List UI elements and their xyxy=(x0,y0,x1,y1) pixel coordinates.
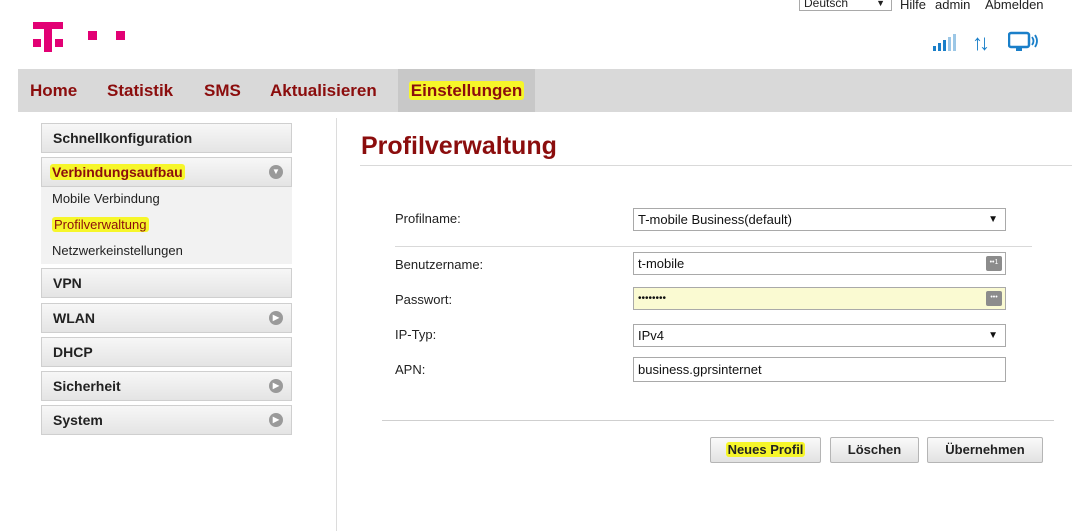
ip-type-select[interactable]: IPv4 ▼ xyxy=(633,324,1006,347)
sidebar-item-wlan[interactable]: WLAN ▶ xyxy=(41,303,292,333)
nav-einstellungen[interactable]: Einstellungen xyxy=(398,69,535,112)
section-divider xyxy=(395,246,1032,247)
username-value: t-mobile xyxy=(638,256,685,271)
language-select[interactable]: Deutsch ▼ xyxy=(799,0,892,11)
profile-name-value: T-mobile Business(default) xyxy=(638,212,792,227)
nav-aktualisieren[interactable]: Aktualisieren xyxy=(270,69,377,112)
connection-monitor-icon xyxy=(1008,31,1038,51)
sidebar-subitem-netzwerkeinstellungen[interactable]: Netzwerkeinstellungen xyxy=(52,243,183,258)
signal-strength-icon xyxy=(933,34,959,51)
title-divider xyxy=(360,165,1072,166)
password-value: •••••••• xyxy=(638,293,667,304)
sidebar-subitem-profilverwaltung[interactable]: Profilverwaltung xyxy=(52,217,149,232)
vertical-divider xyxy=(336,118,337,531)
help-link[interactable]: Hilfe xyxy=(900,0,926,12)
autofill-key-icon[interactable]: ••1 xyxy=(986,256,1002,271)
dropdown-arrow-icon: ▼ xyxy=(988,330,998,341)
dropdown-arrow-icon: ▼ xyxy=(988,214,998,225)
chevron-right-icon: ▶ xyxy=(269,311,283,325)
chevron-right-icon: ▶ xyxy=(269,379,283,393)
nav-home[interactable]: Home xyxy=(30,69,77,112)
apn-input[interactable]: business.gprsinternet xyxy=(633,357,1006,382)
profile-name-label: Profilname: xyxy=(395,211,461,226)
new-profile-button[interactable]: Neues Profil xyxy=(710,437,821,463)
sidebar-item-vpn[interactable]: VPN xyxy=(41,268,292,298)
chevron-right-icon: ▶ xyxy=(269,413,283,427)
chevron-down-icon: ▼ xyxy=(269,165,283,179)
apn-value: business.gprsinternet xyxy=(638,362,762,377)
profile-name-select[interactable]: T-mobile Business(default) ▼ xyxy=(633,208,1006,231)
sidebar-item-system-label: System xyxy=(53,412,103,428)
password-label: Passwort: xyxy=(395,292,453,307)
username-input[interactable]: t-mobile ••1 xyxy=(633,252,1006,275)
ip-type-value: IPv4 xyxy=(638,328,665,343)
nav-sms[interactable]: SMS xyxy=(204,69,241,112)
new-profile-button-label: Neues Profil xyxy=(725,442,806,457)
sidebar-item-wlan-label: WLAN xyxy=(53,310,95,326)
language-value: Deutsch xyxy=(804,0,849,10)
sidebar-item-dhcp[interactable]: DHCP xyxy=(41,337,292,367)
telekom-logo xyxy=(33,8,133,56)
sidebar-item-sicherheit-label: Sicherheit xyxy=(53,378,121,394)
sidebar-item-system[interactable]: System ▶ xyxy=(41,405,292,435)
autofill-key-icon[interactable]: ••• xyxy=(986,291,1002,306)
sidebar-subitem-mobile-verbindung[interactable]: Mobile Verbindung xyxy=(52,191,160,206)
form-divider xyxy=(382,420,1054,421)
user-link[interactable]: admin xyxy=(935,0,970,12)
sidebar-item-schnellkonfiguration[interactable]: Schnellkonfiguration xyxy=(41,123,292,153)
dropdown-arrow-icon: ▼ xyxy=(876,0,885,8)
sidebar-item-verbindungsaufbau-label: Verbindungsaufbau xyxy=(50,164,185,180)
apply-button[interactable]: Übernehmen xyxy=(927,437,1043,463)
main-nav: Home Statistik SMS Aktualisieren Einstel… xyxy=(18,69,1072,112)
page-title: Profilverwaltung xyxy=(361,132,557,160)
logout-link[interactable]: Abmelden xyxy=(985,0,1044,12)
nav-statistik[interactable]: Statistik xyxy=(107,69,173,112)
data-transfer-icon: ↑↓ xyxy=(972,30,990,55)
sidebar-item-verbindungsaufbau[interactable]: Verbindungsaufbau ▼ xyxy=(41,157,292,187)
sidebar-item-sicherheit[interactable]: Sicherheit ▶ xyxy=(41,371,292,401)
delete-button[interactable]: Löschen xyxy=(830,437,919,463)
ip-type-label: IP-Typ: xyxy=(395,327,437,342)
username-label: Benutzername: xyxy=(395,257,484,272)
sidebar-subitem-profilverwaltung-label: Profilverwaltung xyxy=(52,217,149,232)
nav-einstellungen-label: Einstellungen xyxy=(408,81,525,100)
password-input[interactable]: •••••••• ••• xyxy=(633,287,1006,310)
apn-label: APN: xyxy=(395,362,426,377)
